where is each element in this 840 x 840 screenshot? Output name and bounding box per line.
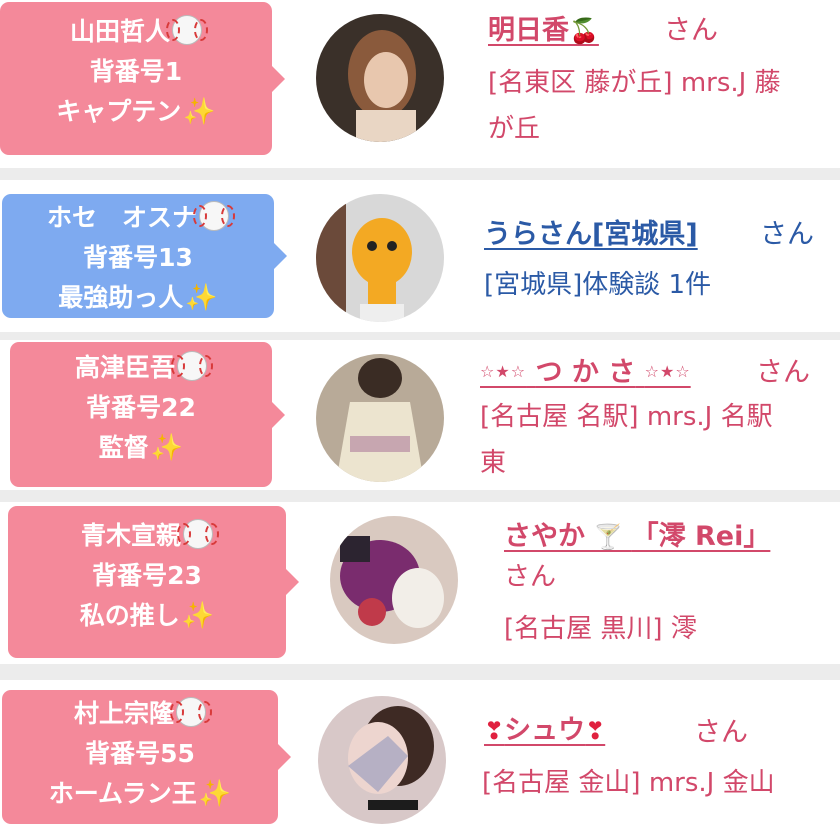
list-item[interactable]: ホセ オスナ 背番号13 最強助っ人✨ うらさん[宮城県] さん [宮城県]体験…	[0, 180, 840, 332]
therapist-info: [宮城県]体験談 1件	[484, 270, 712, 300]
player-name: ホセ オスナ	[46, 203, 197, 232]
avatar[interactable]	[330, 516, 458, 644]
avatar[interactable]	[316, 194, 444, 322]
player-role: 最強助っ人	[58, 283, 184, 312]
player-bubble: 青木宣親 背番号23 私の推し✨	[8, 506, 299, 658]
player-bubble: 山田哲人 背番号1 キャプテン✨	[0, 2, 285, 155]
avatar[interactable]	[316, 354, 444, 482]
therapist-name-link[interactable]: ❣シュウ❣	[484, 708, 605, 747]
baseball-icon	[166, 15, 208, 45]
bubble-tail	[273, 242, 287, 270]
player-name: 青木宣親	[80, 521, 181, 550]
cocktail-icon: 🍸	[585, 523, 632, 551]
honorific: さん	[504, 562, 557, 592]
cherry-icon: 🍒	[569, 17, 599, 45]
therapist-info: さん [名古屋 黒川] 澪	[504, 554, 697, 652]
avatar[interactable]	[316, 14, 444, 142]
player-role: ホームラン王	[48, 779, 197, 808]
honorific: さん	[694, 717, 748, 748]
baseball-icon	[177, 519, 219, 549]
sparkles-icon: ✨	[150, 433, 184, 463]
player-number: 背番号13	[83, 243, 193, 272]
list-item[interactable]: 高津臣吾 背番号22 監督✨ ☆★☆ つ か さ ☆★☆ さん [名古屋 名駅]…	[0, 340, 840, 490]
therapist-name-link[interactable]: うらさん[宮城県]	[484, 212, 698, 251]
list-item[interactable]: 山田哲人 背番号1 キャプテン✨ 明日香🍒 さん [名東区 藤が丘] mrs.J…	[0, 0, 840, 168]
therapist-name-link[interactable]: さやか 🍸 「澪 Rei」	[504, 514, 770, 553]
player-name: 高津臣吾	[74, 353, 175, 382]
list-item[interactable]: 青木宣親 背番号23 私の推し✨ さやか 🍸 「澪 Rei」 さん [名古屋 黒…	[0, 502, 840, 664]
baseball-icon	[193, 201, 235, 231]
therapist-list: 山田哲人 背番号1 キャプテン✨ 明日香🍒 さん [名東区 藤が丘] mrs.J…	[0, 0, 840, 840]
bubble-tail	[277, 743, 291, 771]
sparkles-icon: ✨	[185, 283, 218, 313]
list-item[interactable]: 村上宗隆 背番号55 ホームラン王✨ ❣シュウ❣ さん [名古屋 金山] mrs…	[0, 680, 840, 840]
player-name: 村上宗隆	[73, 699, 174, 728]
player-role: 私の推し	[79, 601, 180, 630]
player-name: 山田哲人	[69, 17, 170, 46]
baseball-icon	[171, 351, 213, 381]
honorific: さん	[664, 15, 718, 46]
therapist-info: [名古屋 名駅] mrs.J 名駅 東	[480, 402, 773, 478]
honorific: さん	[760, 219, 814, 250]
heart-icon: ❣	[484, 717, 505, 745]
player-bubble: 村上宗隆 背番号55 ホームラン王✨	[2, 690, 291, 824]
therapist-info: [名古屋 金山] mrs.J 金山	[482, 768, 775, 798]
player-bubble: 高津臣吾 背番号22 監督✨	[10, 342, 285, 487]
honorific: さん	[756, 357, 810, 388]
therapist-name-link[interactable]: 明日香🍒	[488, 8, 599, 47]
therapist-info: [名東区 藤が丘] mrs.J 藤 が丘	[488, 68, 781, 144]
baseball-icon	[170, 697, 212, 727]
sparkles-icon: ✨	[183, 97, 216, 127]
player-role: 監督	[98, 433, 149, 462]
heart-icon: ❣	[585, 717, 606, 745]
player-number: 背番号22	[86, 393, 196, 422]
bubble-tail	[285, 568, 299, 596]
therapist-name-link[interactable]: ☆★☆ つ か さ ☆★☆	[480, 350, 691, 389]
player-number: 背番号55	[85, 739, 195, 768]
sparkles-icon: ✨	[181, 601, 215, 631]
player-bubble: ホセ オスナ 背番号13 最強助っ人✨	[2, 194, 287, 318]
player-number: 背番号1	[89, 57, 183, 86]
player-role: キャプテン	[56, 97, 182, 126]
bubble-tail	[271, 64, 285, 93]
sparkles-icon: ✨	[198, 779, 232, 809]
bubble-tail	[271, 400, 285, 429]
player-number: 背番号23	[92, 561, 202, 590]
avatar[interactable]	[318, 696, 446, 824]
